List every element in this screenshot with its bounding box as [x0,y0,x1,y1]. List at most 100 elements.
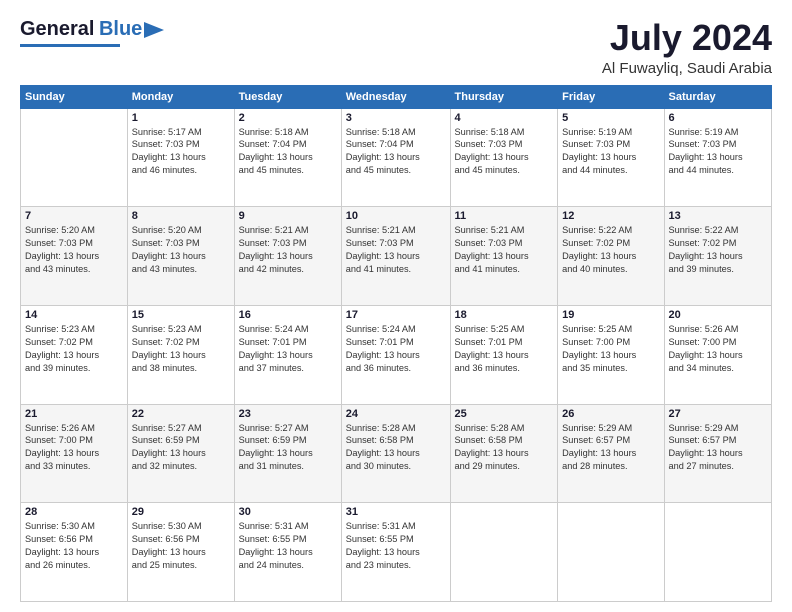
day-number: 11 [455,210,554,222]
day-info: Sunrise: 5:31 AM Sunset: 6:55 PM Dayligh… [346,520,446,572]
calendar-week-row: 28 Sunrise: 5:30 AM Sunset: 6:56 PM Dayli… [21,503,772,602]
day-number: 23 [239,408,337,420]
table-cell: 13Sunrise: 5:22 AM Sunset: 7:02 PM Dayli… [664,207,772,306]
day-info: Sunrise: 5:30 AM Sunset: 6:56 PM Dayligh… [25,520,123,572]
table-cell: 17 Sunrise: 5:24 AM Sunset: 7:01 PM Dayli… [341,305,450,404]
day-info: Sunrise: 5:23 AM Sunset: 7:02 PM Dayligh… [25,323,123,375]
table-cell: 26Sunrise: 5:29 AM Sunset: 6:57 PM Dayli… [558,404,664,503]
table-cell: 11 Sunrise: 5:21 AM Sunset: 7:03 PM Dayli… [450,207,558,306]
day-info: Sunrise: 5:25 AM Sunset: 7:00 PM Dayligh… [562,323,659,375]
table-cell: 18 Sunrise: 5:25 AM Sunset: 7:01 PM Dayli… [450,305,558,404]
table-cell: 6 Sunrise: 5:19 AM Sunset: 7:03 PM Daylig… [664,108,772,207]
day-info: Sunrise: 5:27 AM Sunset: 6:59 PM Dayligh… [239,422,337,474]
day-info: Sunrise: 5:21 AM Sunset: 7:03 PM Dayligh… [239,224,337,276]
table-cell: 28 Sunrise: 5:30 AM Sunset: 6:56 PM Dayli… [21,503,128,602]
table-cell: 27Sunrise: 5:29 AM Sunset: 6:57 PM Dayli… [664,404,772,503]
day-info: Sunrise: 5:31 AM Sunset: 6:55 PM Dayligh… [239,520,337,572]
table-cell: 14 Sunrise: 5:23 AM Sunset: 7:02 PM Dayli… [21,305,128,404]
day-info: Sunrise: 5:18 AM Sunset: 7:03 PM Dayligh… [455,126,554,178]
calendar-header-row: Sunday Monday Tuesday Wednesday Thursday… [21,85,772,108]
logo-underline [20,44,120,47]
day-number: 27 [669,408,768,420]
day-number: 16 [239,309,337,321]
day-number: 14 [25,309,123,321]
table-cell [450,503,558,602]
day-number: 18 [455,309,554,321]
table-cell [21,108,128,207]
day-number: 22 [132,408,230,420]
table-cell [664,503,772,602]
day-info: Sunrise: 5:25 AM Sunset: 7:01 PM Dayligh… [455,323,554,375]
table-cell [558,503,664,602]
day-number: 5 [562,112,659,124]
day-number: 30 [239,506,337,518]
table-cell: 4 Sunrise: 5:18 AM Sunset: 7:03 PM Daylig… [450,108,558,207]
table-cell: 8Sunrise: 5:20 AM Sunset: 7:03 PM Daylig… [127,207,234,306]
month-title: July 2024 [602,18,772,58]
col-wednesday: Wednesday [341,85,450,108]
day-number: 20 [669,309,768,321]
day-info: Sunrise: 5:24 AM Sunset: 7:01 PM Dayligh… [239,323,337,375]
col-friday: Friday [558,85,664,108]
page: General Blue July 2024 Al Fuwayliq, Saud… [0,0,792,612]
day-info: Sunrise: 5:18 AM Sunset: 7:04 PM Dayligh… [239,126,337,178]
day-info: Sunrise: 5:22 AM Sunset: 7:02 PM Dayligh… [669,224,768,276]
table-cell: 3Sunrise: 5:18 AM Sunset: 7:04 PM Daylig… [341,108,450,207]
day-number: 31 [346,506,446,518]
day-number: 9 [239,210,337,222]
table-cell: 12 Sunrise: 5:22 AM Sunset: 7:02 PM Dayli… [558,207,664,306]
day-number: 4 [455,112,554,124]
table-cell: 1Sunrise: 5:17 AM Sunset: 7:03 PM Daylig… [127,108,234,207]
table-cell: 15 Sunrise: 5:23 AM Sunset: 7:02 PM Dayli… [127,305,234,404]
table-cell: 9 Sunrise: 5:21 AM Sunset: 7:03 PM Daylig… [234,207,341,306]
calendar-week-row: 1Sunrise: 5:17 AM Sunset: 7:03 PM Daylig… [21,108,772,207]
day-info: Sunrise: 5:26 AM Sunset: 7:00 PM Dayligh… [669,323,768,375]
day-info: Sunrise: 5:27 AM Sunset: 6:59 PM Dayligh… [132,422,230,474]
table-cell: 30 Sunrise: 5:31 AM Sunset: 6:55 PM Dayli… [234,503,341,602]
day-number: 10 [346,210,446,222]
title-block: July 2024 Al Fuwayliq, Saudi Arabia [602,18,772,77]
day-number: 26 [562,408,659,420]
day-number: 19 [562,309,659,321]
day-number: 25 [455,408,554,420]
calendar-table: Sunday Monday Tuesday Wednesday Thursday… [20,85,772,602]
table-cell: 23 Sunrise: 5:27 AM Sunset: 6:59 PM Dayli… [234,404,341,503]
table-cell: 19 Sunrise: 5:25 AM Sunset: 7:00 PM Dayli… [558,305,664,404]
col-sunday: Sunday [21,85,128,108]
day-info: Sunrise: 5:23 AM Sunset: 7:02 PM Dayligh… [132,323,230,375]
day-number: 28 [25,506,123,518]
day-number: 15 [132,309,230,321]
header: General Blue July 2024 Al Fuwayliq, Saud… [20,18,772,77]
logo-text-general: General [20,18,94,40]
table-cell: 21Sunrise: 5:26 AM Sunset: 7:00 PM Dayli… [21,404,128,503]
day-number: 3 [346,112,446,124]
table-cell: 24Sunrise: 5:28 AM Sunset: 6:58 PM Dayli… [341,404,450,503]
table-cell: 29 Sunrise: 5:30 AM Sunset: 6:56 PM Dayli… [127,503,234,602]
day-info: Sunrise: 5:19 AM Sunset: 7:03 PM Dayligh… [669,126,768,178]
day-info: Sunrise: 5:24 AM Sunset: 7:01 PM Dayligh… [346,323,446,375]
table-cell: 31 Sunrise: 5:31 AM Sunset: 6:55 PM Dayli… [341,503,450,602]
day-number: 12 [562,210,659,222]
day-info: Sunrise: 5:22 AM Sunset: 7:02 PM Dayligh… [562,224,659,276]
table-cell: 10 Sunrise: 5:21 AM Sunset: 7:03 PM Dayli… [341,207,450,306]
day-number: 8 [132,210,230,222]
day-info: Sunrise: 5:20 AM Sunset: 7:03 PM Dayligh… [25,224,123,276]
day-info: Sunrise: 5:21 AM Sunset: 7:03 PM Dayligh… [346,224,446,276]
col-saturday: Saturday [664,85,772,108]
day-info: Sunrise: 5:28 AM Sunset: 6:58 PM Dayligh… [346,422,446,474]
logo-text-blue: Blue [99,18,142,40]
calendar-week-row: 21Sunrise: 5:26 AM Sunset: 7:00 PM Dayli… [21,404,772,503]
day-number: 17 [346,309,446,321]
day-number: 21 [25,408,123,420]
table-cell: 5Sunrise: 5:19 AM Sunset: 7:03 PM Daylig… [558,108,664,207]
logo-arrow-icon [144,22,164,38]
day-info: Sunrise: 5:21 AM Sunset: 7:03 PM Dayligh… [455,224,554,276]
table-cell: 25Sunrise: 5:28 AM Sunset: 6:58 PM Dayli… [450,404,558,503]
table-cell: 22 Sunrise: 5:27 AM Sunset: 6:59 PM Dayli… [127,404,234,503]
location: Al Fuwayliq, Saudi Arabia [602,60,772,77]
table-cell: 7Sunrise: 5:20 AM Sunset: 7:03 PM Daylig… [21,207,128,306]
day-number: 1 [132,112,230,124]
day-number: 29 [132,506,230,518]
day-number: 6 [669,112,768,124]
day-info: Sunrise: 5:30 AM Sunset: 6:56 PM Dayligh… [132,520,230,572]
